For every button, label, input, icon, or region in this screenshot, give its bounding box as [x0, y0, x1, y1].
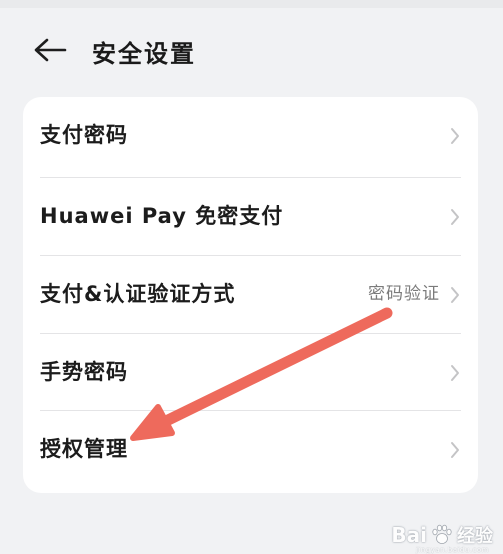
page-title: 安全设置 — [92, 40, 196, 68]
chevron-right-icon — [451, 209, 459, 225]
settings-item-label: 支付密码 — [40, 123, 128, 147]
settings-item-authorization-management[interactable]: 授权管理 — [23, 411, 478, 488]
watermark-url: jingyan.baidu.com — [415, 546, 489, 554]
status-bar-strip — [0, 0, 503, 8]
watermark-brand-tail: 经验 — [457, 526, 493, 547]
chevron-right-icon — [451, 365, 459, 381]
settings-item-label: 手势密码 — [40, 360, 128, 384]
settings-item-verification-method[interactable]: 支付&认证验证方式 密码验证 — [23, 256, 478, 333]
settings-item-value: 密码验证 — [368, 284, 440, 304]
app-header: 安全设置 — [0, 22, 503, 78]
paw-icon — [432, 524, 452, 544]
settings-item-label: 授权管理 — [40, 437, 128, 461]
back-button[interactable] — [30, 32, 70, 68]
chevron-right-icon — [451, 128, 459, 144]
watermark: Bai 经验 — [391, 522, 493, 548]
settings-card: 支付密码 Huawei Pay 免密支付 支付&认证验证方式 密码验证 手势密码… — [23, 97, 478, 493]
back-arrow-icon — [34, 38, 67, 62]
chevron-right-icon — [451, 442, 459, 458]
watermark-brand: Bai — [391, 523, 427, 547]
settings-item-huawei-pay[interactable]: Huawei Pay 免密支付 — [23, 178, 478, 255]
chevron-right-icon — [451, 287, 459, 303]
settings-item-payment-password[interactable]: 支付密码 — [23, 97, 478, 174]
settings-item-label: Huawei Pay 免密支付 — [40, 204, 284, 228]
settings-item-label: 支付&认证验证方式 — [40, 282, 236, 306]
settings-item-gesture-password[interactable]: 手势密码 — [23, 334, 478, 411]
